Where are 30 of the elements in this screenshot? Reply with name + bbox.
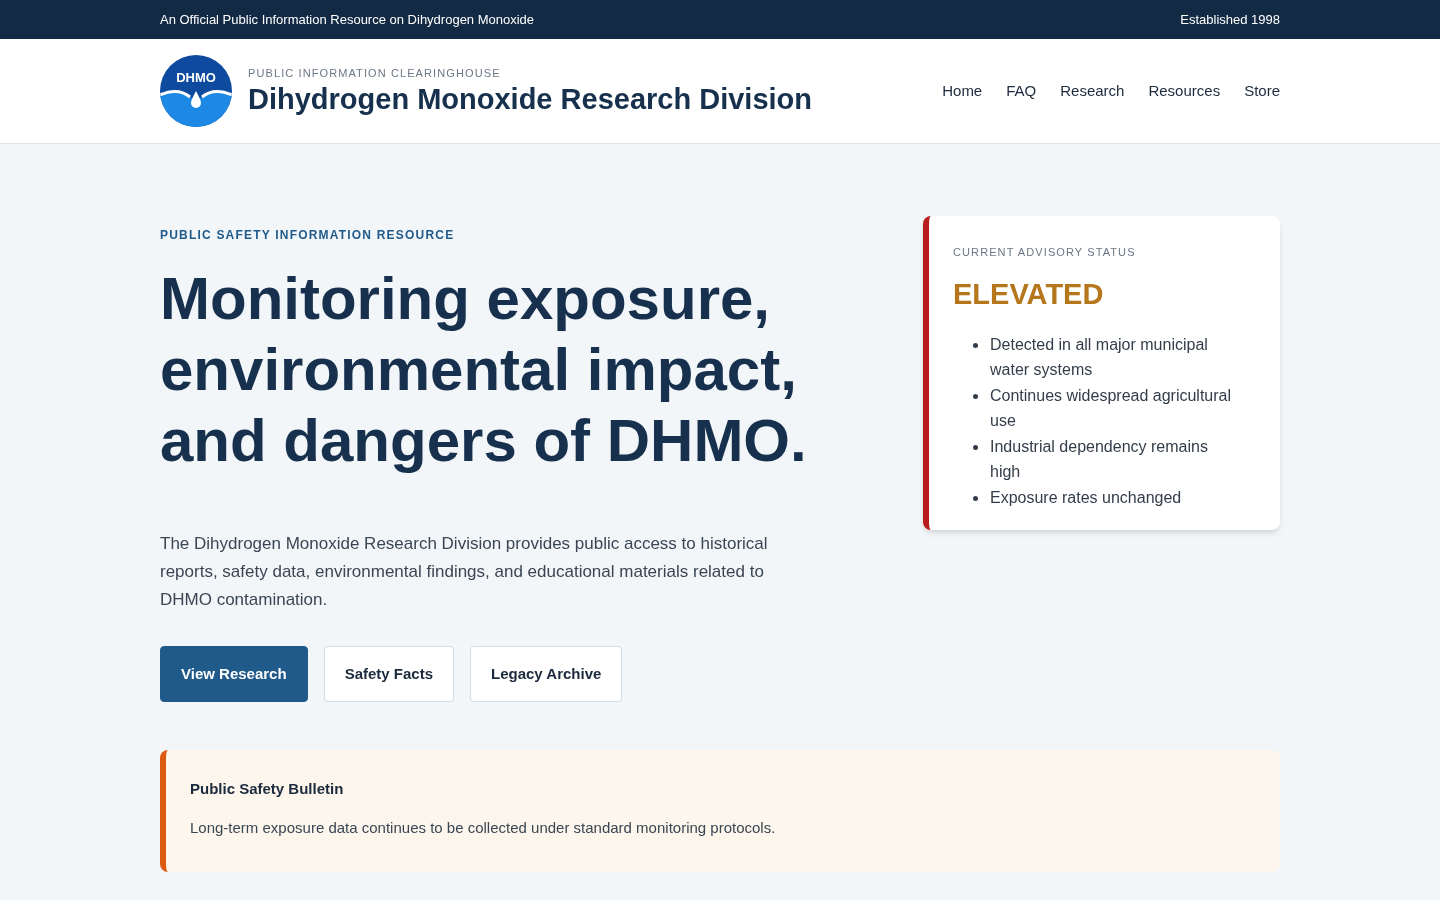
logo[interactable]: DHMO xyxy=(160,55,232,127)
hero-description: The Dihydrogen Monoxide Research Division provides public access to historical reports, safety data, environmental findings, and educational materials related to DHMO contamination. xyxy=(160,533,769,612)
hero-button[interactable]: View Research xyxy=(160,646,308,703)
logo-text: DHMO xyxy=(176,70,216,86)
site-title: Dihydrogen Monoxide Research Division xyxy=(248,82,812,118)
nav-link[interactable]: Research xyxy=(1060,79,1125,103)
advisory-status: ELEVATED xyxy=(953,276,1105,312)
bullet-icon xyxy=(973,496,978,501)
advisory-item: Industrial dependency remains high xyxy=(990,437,1209,482)
official-notice: An Official Public Information Resource on Dihydrogen Monoxide xyxy=(160,10,535,29)
hero-button[interactable]: Safety Facts xyxy=(323,646,454,703)
nav-link[interactable]: Store xyxy=(1244,79,1280,103)
bullet-icon xyxy=(973,343,978,348)
hero-eyebrow: PUBLIC SAFETY INFORMATION RESOURCE xyxy=(160,227,456,244)
nav-link[interactable]: Resources xyxy=(1148,79,1221,103)
header-eyebrow: PUBLIC INFORMATION CLEARINGHOUSE xyxy=(248,65,502,81)
bullet-icon xyxy=(973,394,978,399)
advisory-item: Continues widespread agricultural use xyxy=(990,386,1233,431)
water-wave-drawing xyxy=(160,87,232,127)
advisory-item: Exposure rates unchanged xyxy=(990,488,1183,508)
established-text: Established 1998 xyxy=(1180,10,1280,29)
advisory-item: Detected in all major municipal water systems xyxy=(990,335,1209,380)
bulletin-text: Long-term exposure data continues to be collected under standard monitoring protocols. xyxy=(190,817,777,838)
nav-link[interactable]: Home xyxy=(942,79,983,103)
bullet-icon xyxy=(973,445,978,450)
hero-button[interactable]: Legacy Archive xyxy=(470,646,623,703)
bulletin-title: Public Safety Bulletin xyxy=(190,779,345,800)
hero-heading: Monitoring exposure, environmental impact, and dangers of DHMO. xyxy=(160,264,808,476)
nav-link[interactable]: FAQ xyxy=(1006,79,1037,103)
advisory-label: CURRENT ADVISORY STATUS xyxy=(953,245,1137,260)
